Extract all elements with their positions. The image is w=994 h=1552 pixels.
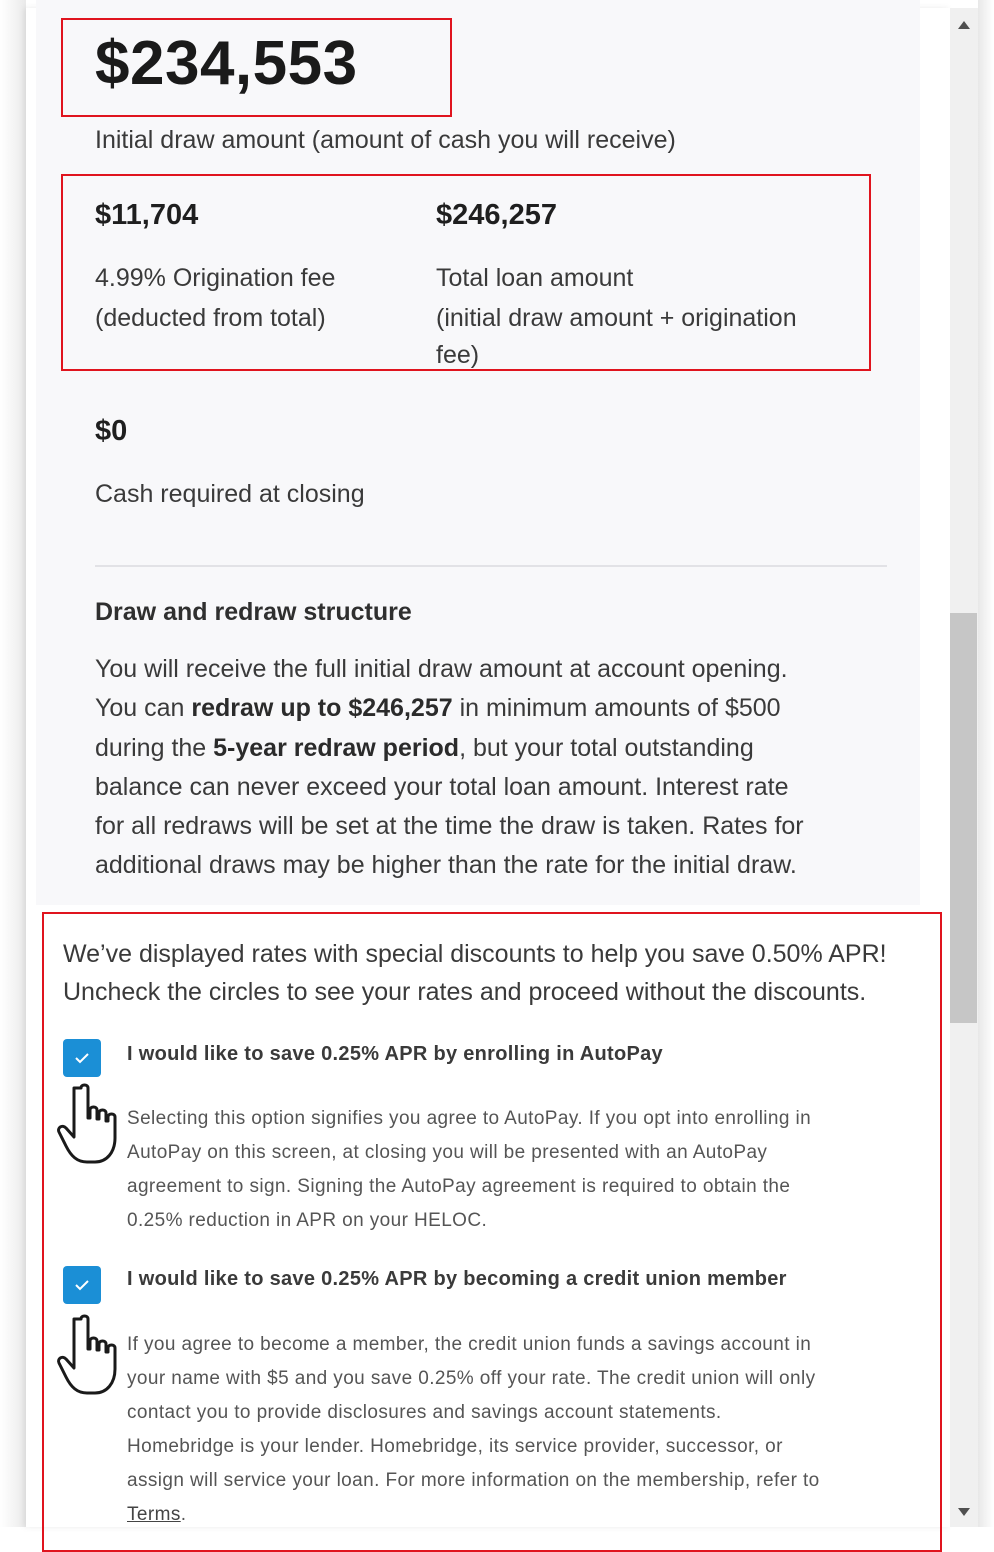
membership-label[interactable]: I would like to save 0.25% APR by becomi… (127, 1268, 787, 1291)
left-shadow (0, 0, 26, 1527)
draw-text-line: You can redraw up to $246,257 in minimum… (95, 694, 781, 723)
hand-pointer-icon (57, 1083, 117, 1164)
draw-structure-title: Draw and redraw structure (95, 598, 412, 626)
draw-text-line: during the 5-year redraw period, but you… (95, 733, 754, 762)
arrow-up-icon (958, 21, 970, 29)
draw-text-line: balance can never exceed your total loan… (95, 772, 789, 801)
scroll-up-button[interactable] (950, 10, 978, 40)
total-loan-note: (initial draw amount + origination (436, 304, 797, 332)
draw-structure-text: You will receive the full initial draw a… (95, 650, 895, 886)
terms-link[interactable]: Terms (127, 1504, 181, 1525)
membership-description: If you agree to become a member, the cre… (127, 1334, 820, 1525)
origination-fee-label: 4.99% Origination fee (95, 264, 336, 292)
arrow-down-icon (958, 1508, 970, 1516)
draw-text-line: You will receive the full initial draw a… (95, 655, 788, 683)
scrollbar-thumb[interactable] (950, 613, 977, 1023)
initial-draw-amount: $234,553 (95, 29, 358, 98)
origination-fee-note: (deducted from total) (95, 304, 326, 332)
cash-required-label: Cash required at closing (95, 480, 365, 508)
draw-text-line: for all redraws will be set at the time … (95, 812, 804, 841)
checkmark-icon (75, 1280, 89, 1291)
autopay-label[interactable]: I would like to save 0.25% APR by enroll… (127, 1043, 663, 1066)
right-shadow (978, 0, 994, 1527)
autopay-description: Selecting this option signifies you agre… (127, 1108, 812, 1231)
cash-required-amount: $0 (95, 415, 128, 447)
scroll-down-button[interactable] (950, 1497, 978, 1527)
membership-checkbox[interactable] (63, 1266, 101, 1304)
total-loan-note-cont: fee) (436, 341, 480, 369)
discounts-intro: We’ve displayed rates with special disco… (63, 940, 887, 1006)
checkmark-icon (75, 1053, 89, 1064)
section-divider (95, 565, 887, 567)
autopay-checkbox[interactable] (63, 1039, 101, 1077)
draw-text-line: additional draws may be higher than the … (95, 851, 797, 880)
total-loan-amount: $246,257 (436, 199, 557, 231)
hand-pointer-icon (57, 1314, 117, 1395)
origination-fee-amount: $11,704 (95, 199, 199, 231)
initial-draw-label: Initial draw amount (amount of cash you … (95, 126, 676, 154)
total-loan-label: Total loan amount (436, 264, 634, 292)
